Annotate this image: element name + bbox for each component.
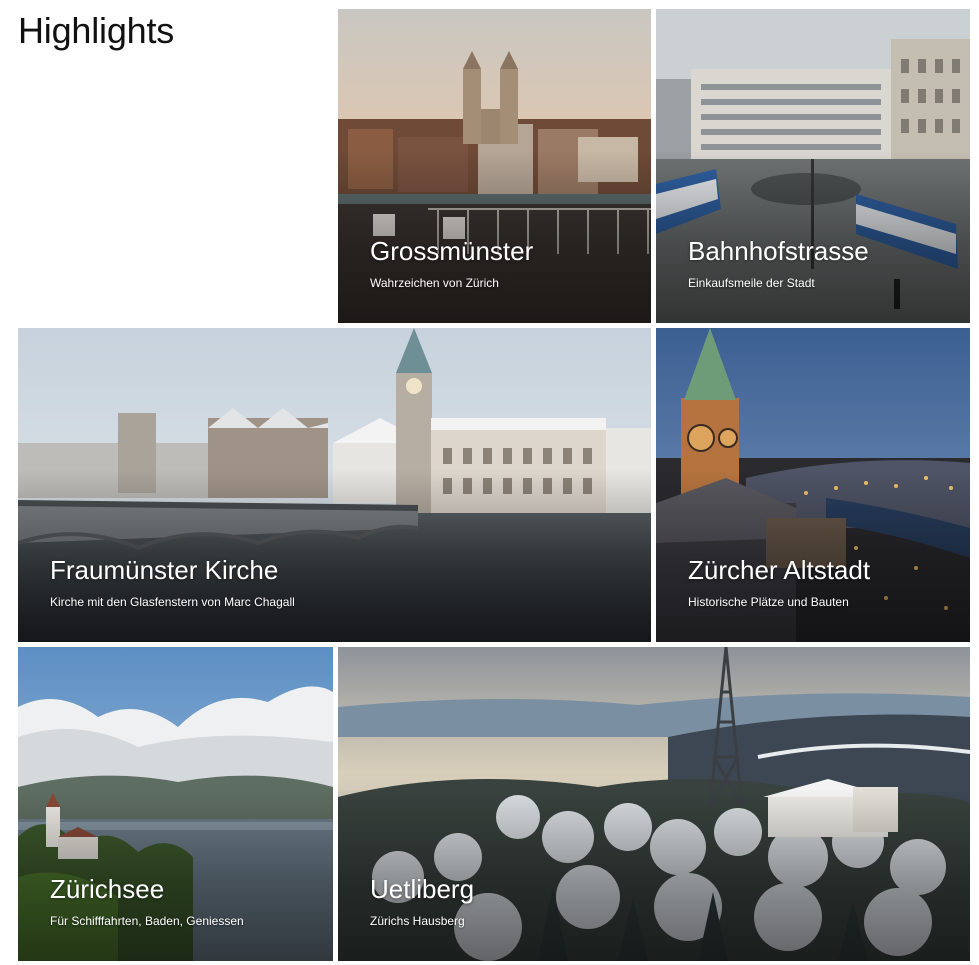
tile-subtitle: Einkaufsmeile der Stadt bbox=[688, 276, 815, 290]
tile-caption: Grossmünster Wahrzeichen von Zürich bbox=[370, 236, 533, 290]
tile-subtitle: Kirche mit den Glasfenstern von Marc Cha… bbox=[50, 595, 295, 609]
tile-caption: Zürcher Altstadt Historische Plätze und … bbox=[688, 555, 870, 609]
tile-title: Uetliberg bbox=[370, 874, 475, 904]
tile-subtitle: Für Schifffahrten, Baden, Geniessen bbox=[50, 914, 244, 928]
tile-title: Zürcher Altstadt bbox=[688, 555, 871, 585]
section-title: Highlights bbox=[18, 10, 175, 51]
highlight-tile-bahnhofstrasse[interactable]: Bahnhofstrasse Einkaufsmeile der Stadt bbox=[656, 9, 970, 323]
tile-caption: Zürichsee Für Schifffahrten, Baden, Geni… bbox=[50, 874, 244, 928]
tile-subtitle: Zürichs Hausberg bbox=[370, 914, 465, 928]
highlight-tile-zuerichsee[interactable]: Zürichsee Für Schifffahrten, Baden, Geni… bbox=[18, 647, 333, 961]
tile-subtitle: Wahrzeichen von Zürich bbox=[370, 276, 499, 290]
highlight-tile-grossmuenster[interactable]: Grossmünster Wahrzeichen von Zürich bbox=[338, 9, 651, 323]
tile-caption: Bahnhofstrasse Einkaufsmeile der Stadt bbox=[688, 236, 869, 290]
highlight-tile-uetliberg[interactable]: Uetliberg Zürichs Hausberg bbox=[338, 647, 970, 961]
tile-caption: Uetliberg Zürichs Hausberg bbox=[370, 874, 474, 928]
tile-caption: Fraumünster Kirche Kirche mit den Glasfe… bbox=[50, 555, 295, 609]
tile-title: Fraumünster Kirche bbox=[50, 555, 279, 585]
highlight-tile-fraumuenster[interactable]: Fraumünster Kirche Kirche mit den Glasfe… bbox=[18, 328, 651, 642]
tile-title: Grossmünster bbox=[370, 236, 534, 266]
tile-subtitle: Historische Plätze und Bauten bbox=[688, 595, 849, 609]
tile-title: Bahnhofstrasse bbox=[688, 236, 869, 266]
highlight-tile-altstadt[interactable]: Zürcher Altstadt Historische Plätze und … bbox=[656, 328, 970, 642]
highlights-page: Highlights Grossmünster Wahrzeichen von … bbox=[0, 0, 979, 965]
tile-title: Zürichsee bbox=[50, 874, 165, 904]
